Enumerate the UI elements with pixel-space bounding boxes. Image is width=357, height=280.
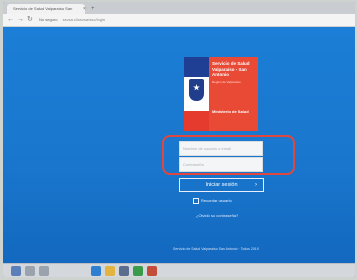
address-bar: ← → ↻ No seguro ssvsa.cl/ssvsa/sso/login xyxy=(3,14,355,27)
screen: Servicio de Salud Valparaíso San × + ← →… xyxy=(3,2,355,277)
back-icon[interactable]: ← xyxy=(7,15,14,25)
forward-icon[interactable]: → xyxy=(17,15,24,25)
url-field[interactable]: No seguro ssvsa.cl/ssvsa/sso/login xyxy=(39,16,339,24)
monitor-frame: Servicio de Salud Valparaíso San × + ← →… xyxy=(0,0,357,280)
page-footer: Servicio de Salud Valparaíso San Antonio… xyxy=(173,247,259,251)
logo-title: Servicio de Salud Valparaíso - San Anton… xyxy=(212,61,250,77)
chile-shield-icon xyxy=(189,79,204,101)
browser-tabbar: Servicio de Salud Valparaíso San × + xyxy=(3,2,355,14)
new-tab-button[interactable]: + xyxy=(91,4,95,14)
login-button[interactable]: Iniciar sesión › xyxy=(179,178,264,192)
start-icon[interactable] xyxy=(11,266,21,276)
login-button-label: Iniciar sesión xyxy=(205,182,238,188)
logo-ministry: Ministerio de Salud xyxy=(212,109,249,114)
remember-label: Recordar usuario xyxy=(201,198,232,204)
explorer-icon[interactable] xyxy=(105,266,115,276)
reload-icon[interactable]: ↻ xyxy=(27,15,33,25)
url-text: ssvsa.cl/ssvsa/sso/login xyxy=(62,17,106,22)
remember-checkbox[interactable]: Recordar usuario xyxy=(193,198,232,204)
close-tab-icon[interactable]: × xyxy=(83,4,86,14)
logo-flag xyxy=(184,57,209,131)
app-icon[interactable] xyxy=(147,266,157,276)
password-input[interactable] xyxy=(179,157,263,172)
chrome-icon[interactable] xyxy=(133,266,143,276)
checkbox-icon[interactable] xyxy=(193,198,199,204)
arrow-right-icon: › xyxy=(255,182,257,188)
browser-tab[interactable]: Servicio de Salud Valparaíso San xyxy=(7,4,85,14)
forgot-password-link[interactable]: ¿Olvidó su contraseña? xyxy=(196,213,238,218)
logo-subtitle: Región de Valparaíso xyxy=(212,79,241,84)
edge-icon[interactable] xyxy=(91,266,101,276)
ministry-logo: Servicio de Salud Valparaíso - San Anton… xyxy=(184,57,258,131)
username-input[interactable] xyxy=(179,141,263,156)
task-view-icon[interactable] xyxy=(39,266,49,276)
login-page: Servicio de Salud Valparaíso - San Anton… xyxy=(3,27,355,263)
not-secure-label: No seguro xyxy=(39,17,58,22)
store-icon[interactable] xyxy=(119,266,129,276)
search-icon[interactable] xyxy=(25,266,35,276)
logo-text-block: Servicio de Salud Valparaíso - San Anton… xyxy=(209,57,258,131)
taskbar xyxy=(3,263,355,277)
